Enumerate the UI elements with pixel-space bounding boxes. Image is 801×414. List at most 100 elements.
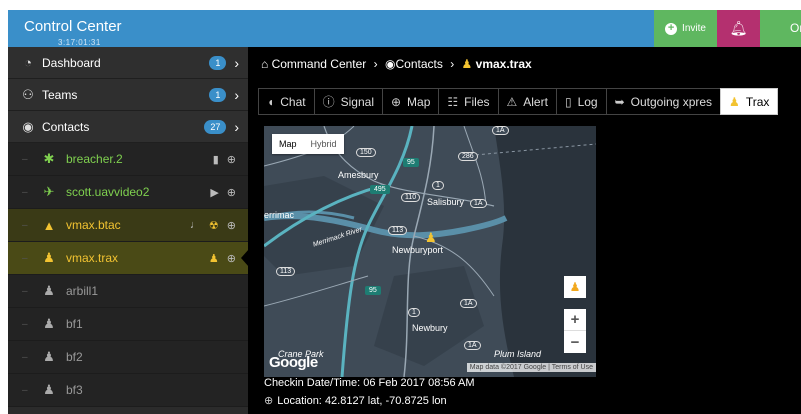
files-icon: ☷ [447,94,459,109]
globe-icon[interactable]: ⊕ [227,219,236,232]
checkin-info: Checkin Date/Time: 06 Feb 2017 08:56 AM [264,377,475,389]
route-shield: 1A [464,341,481,350]
header-spacer [0,0,240,10]
person-icon: ♟ [43,250,55,265]
invite-button[interactable]: + Invite [654,10,717,47]
tab-log[interactable]: ▯ Log [555,88,606,115]
tab-chat[interactable]: ◖ Chat [258,88,314,115]
contact-item-bf1[interactable]: – ♟ bf1 [8,308,248,341]
route-shield: 1A [470,199,487,208]
globe-icon: ⊕ [390,94,402,109]
map-mode-button[interactable]: Map [272,134,304,154]
map-label: Amesbury [338,170,379,180]
contact-item-arbill1[interactable]: – ♟ arbill1 [8,275,248,308]
zoom-control: + − [564,309,586,353]
interstate-shield: 495 [370,185,390,194]
route-shield: 150 [356,148,376,157]
route-shield: 1 [408,308,420,317]
map-view[interactable]: Map Hybrid Amesbury Salisbury errimac Ne… [264,126,596,377]
location-marker[interactable]: ♟ [425,230,437,246]
contact-item-vmax-trax[interactable]: – ♟ vmax.trax ♟ ⊕ [8,242,248,275]
breadcrumb-root[interactable]: Command Center [272,57,367,71]
globe-icon[interactable]: ⊕ [227,186,236,199]
location-label: Location: [277,395,322,407]
contact-name: vmax.trax [66,251,119,265]
vehicle-icon: ▲ [42,217,56,233]
main-panel: ⌂ Command Center › ◉Contacts › ♟ vmax.tr… [248,47,801,414]
chevron-right-icon: › [234,54,239,71]
contact-item-bf2[interactable]: – ♟ bf2 [8,341,248,374]
warning-icon: ⚠ [506,94,518,109]
online-label: Online [790,21,801,35]
microphone-icon[interactable]: ♩ [190,219,201,232]
tab-alert[interactable]: ⚠ Alert [497,88,556,115]
breadcrumb-section[interactable]: Contacts [395,57,442,71]
plus-circle-icon: + [665,22,678,35]
clock-readout: 3:17:01:31 [58,38,101,47]
google-logo: Google [269,354,318,371]
person-icon: ♟ [43,283,55,298]
globe-icon[interactable]: ⊕ [227,153,236,166]
globe-icon[interactable]: ⊕ [227,252,236,265]
tab-trax[interactable]: ♟ Trax [720,88,779,115]
map-label: Newbury [412,323,448,333]
trax-icon[interactable]: ♟ [209,252,219,265]
contact-item-vmax-btac[interactable]: – ▲ vmax.btac ♩ ☢ ⊕ [8,209,248,242]
contact-name: breacher.2 [66,152,123,166]
sidebar-item-label: Contacts [42,119,90,134]
sidebar-item-contacts[interactable]: ◉ Contacts 27 › [8,111,248,143]
tab-map[interactable]: ⊕ Map [381,88,439,115]
outgoing-icon: ➥ [614,94,625,109]
online-status-button[interactable]: Online [760,10,801,47]
video-icon[interactable]: ▶ [210,186,218,199]
map-label: Salisbury [427,197,465,207]
street-view-pegman[interactable]: ♟ [564,276,586,298]
bell-icon: 🔔︎ [729,20,748,36]
app-title: Control Center [24,18,122,35]
globe-icon: ◉ [385,57,396,71]
sidebar: ◔ Dashboard 1 › ⚇ Teams 1 › ◉ Contacts 2… [8,47,248,414]
trax-icon: ♟ [729,94,740,109]
globe-icon: ⊕ [264,395,274,407]
map-type-toggle: Map Hybrid [272,134,344,154]
checkin-value: 06 Feb 2017 08:56 AM [363,377,475,389]
tab-files[interactable]: ☷ Files [438,88,498,115]
contact-name: bf3 [66,383,83,397]
tab-signal[interactable]: ⓘ Signal [313,88,382,115]
contact-name: vmax.btac [66,218,121,232]
radiation-icon[interactable]: ☢ [209,219,219,232]
battery-icon[interactable]: ▮ [213,153,219,166]
person-icon: ♟ [43,382,55,397]
map-label: Plum Island [494,349,542,359]
chevron-right-icon: › [234,86,239,103]
zoom-out-button[interactable]: − [564,331,586,353]
contact-item-scott[interactable]: – ✈ scott.uavvideo2 ▶ ⊕ [8,176,248,209]
contact-name: arbill1 [66,284,99,298]
globe-icon: ◉ [22,118,34,134]
notifications-button[interactable]: 🔔︎ [717,10,760,47]
sidebar-item-teams[interactable]: ⚇ Teams 1 › [8,79,248,111]
terms-of-use-link[interactable]: Terms of Use [552,364,593,371]
route-shield: 286 [458,152,478,161]
person-icon: ♟ [43,316,55,331]
tab-outgoing-xpres[interactable]: ➥ Outgoing xpres [605,88,721,115]
tab-bar: ◖ Chat ⓘ Signal ⊕ Map ☷ Files ⚠ Alert ▯ Log ➥ O… [258,88,779,115]
count-badge: 27 [204,119,227,134]
home-icon[interactable]: ⌂ [261,57,268,71]
document-icon: ▯ [564,94,572,109]
route-shield: 110 [401,193,421,202]
route-shield: 1A [492,126,509,135]
zoom-in-button[interactable]: + [564,309,586,331]
chevron-right-icon: › [234,118,239,135]
contact-item-breacher[interactable]: – ✱ breacher.2 ▮ ⊕ [8,143,248,176]
sidebar-item-dashboard[interactable]: ◔ Dashboard 1 › [8,47,248,79]
location-value: 42.8127 lat, -70.8725 lon [324,395,447,407]
map-attribution: Map data ©2017 Google | Terms of Use [466,363,596,372]
interstate-shield: 95 [365,286,381,295]
hybrid-mode-button[interactable]: Hybrid [304,134,344,154]
location-info: ⊕ Location: 42.8127 lat, -70.8725 lon [264,394,447,407]
count-badge: 1 [209,55,227,70]
alert-circle-icon: ⓘ [322,95,335,109]
contact-item-bf3[interactable]: – ♟ bf3 [8,374,248,407]
robot-icon: ✱ [43,151,55,166]
